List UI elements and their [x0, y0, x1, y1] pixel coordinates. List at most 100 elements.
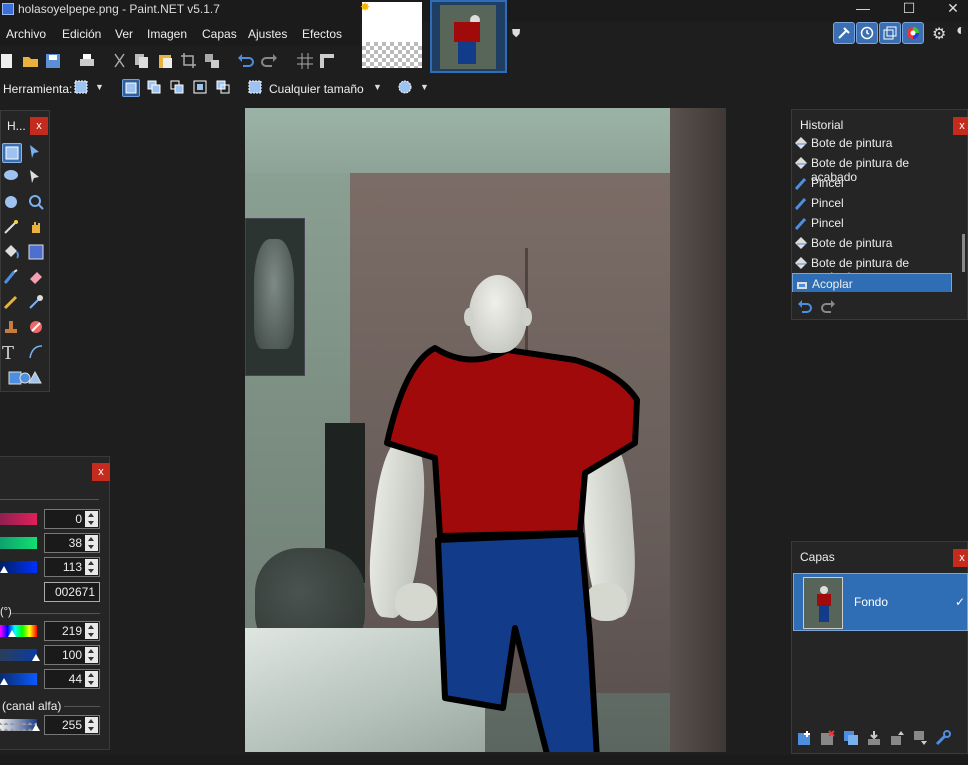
pan-tool[interactable]: [27, 218, 47, 238]
close-button[interactable]: ✕: [930, 0, 968, 22]
clone-stamp-tool[interactable]: [2, 318, 22, 338]
recolor-tool[interactable]: [27, 318, 47, 338]
colors-window-button[interactable]: [902, 22, 924, 44]
move-layer-up-icon[interactable]: [889, 730, 905, 746]
eraser-tool[interactable]: [27, 268, 47, 288]
history-item[interactable]: Pincel: [792, 173, 952, 193]
paintbrush-tool[interactable]: [2, 268, 22, 288]
layer-visibility-checkbox[interactable]: ✓: [955, 595, 965, 609]
paint-bucket-tool[interactable]: [2, 243, 22, 263]
current-tool-selector[interactable]: [73, 79, 91, 97]
undo-icon[interactable]: [237, 52, 255, 70]
history-scrollbar-thumb[interactable]: [962, 234, 965, 272]
move-selected-tool[interactable]: [27, 143, 47, 163]
copy-icon[interactable]: [133, 52, 151, 70]
selection-mode-xor[interactable]: [215, 79, 233, 97]
merge-layer-down-icon[interactable]: [866, 730, 882, 746]
value-value-input[interactable]: 44: [44, 669, 100, 689]
blue-value-input[interactable]: 113: [44, 557, 100, 577]
magic-wand-tool[interactable]: [2, 218, 22, 238]
green-value-input[interactable]: 38: [44, 533, 100, 553]
image-tab-new[interactable]: ✸: [360, 0, 422, 68]
alpha-spinner[interactable]: [85, 717, 98, 733]
green-spinner[interactable]: [85, 535, 98, 551]
tools-window-button[interactable]: [833, 22, 855, 44]
minimize-button[interactable]: —: [840, 0, 886, 22]
image-canvas[interactable]: [245, 108, 726, 752]
red-slider[interactable]: [0, 513, 37, 525]
selection-mode-intersect[interactable]: [192, 79, 210, 97]
menu-imagen[interactable]: Imagen: [147, 27, 187, 41]
grid-icon[interactable]: [296, 52, 314, 70]
paste-icon[interactable]: [156, 52, 174, 70]
layers-window-button[interactable]: [879, 22, 901, 44]
history-item[interactable]: Pincel: [792, 193, 952, 213]
image-tab-holasoyelpepe[interactable]: [430, 0, 507, 73]
zoom-tool[interactable]: [27, 193, 47, 213]
antialias-selector[interactable]: [397, 79, 415, 97]
add-layer-icon[interactable]: [797, 730, 813, 746]
color-picker-tool[interactable]: [27, 293, 47, 313]
menu-edicion[interactable]: Edición: [62, 27, 101, 41]
new-file-icon[interactable]: [0, 52, 18, 70]
hue-value-input[interactable]: 219: [44, 621, 100, 641]
value-slider-handle[interactable]: [0, 678, 8, 685]
open-folder-icon[interactable]: [22, 52, 40, 70]
cut-icon[interactable]: [111, 52, 129, 70]
tool-dropdown-arrow-icon[interactable]: ▼: [95, 82, 104, 92]
hue-spinner[interactable]: [85, 623, 98, 639]
help-icon[interactable]: ◐: [956, 22, 966, 40]
menu-ver[interactable]: Ver: [115, 27, 133, 41]
layer-row[interactable]: Fondo ✓: [793, 573, 968, 631]
green-slider[interactable]: [0, 537, 37, 549]
ellipse-select-tool[interactable]: [2, 193, 22, 213]
antialias-dropdown-arrow-icon[interactable]: ▼: [420, 82, 429, 92]
crop-icon[interactable]: [180, 52, 198, 70]
colors-panel-close-button[interactable]: x: [92, 463, 110, 481]
history-window-button[interactable]: [856, 22, 878, 44]
alpha-slider-handle[interactable]: [32, 724, 40, 731]
menu-archivo[interactable]: Archivo: [6, 27, 46, 41]
red-value-input[interactable]: 0: [44, 509, 100, 529]
shapes-tool[interactable]: [7, 368, 43, 388]
move-selection-tool[interactable]: [27, 168, 47, 188]
menu-ajustes[interactable]: Ajustes: [248, 27, 287, 41]
redo-icon[interactable]: [260, 52, 278, 70]
duplicate-layer-icon[interactable]: [843, 730, 859, 746]
size-mode-label[interactable]: Cualquier tamaño: [269, 82, 364, 96]
deselect-icon[interactable]: [203, 52, 221, 70]
selection-mode-replace[interactable]: [122, 79, 140, 97]
alpha-value-input[interactable]: 255: [44, 715, 100, 735]
red-spinner[interactable]: [85, 511, 98, 527]
value-spinner[interactable]: [85, 671, 98, 687]
history-item[interactable]: Bote de pintura: [792, 233, 952, 253]
move-layer-down-icon[interactable]: [912, 730, 928, 746]
layer-properties-wrench-icon[interactable]: [935, 730, 951, 746]
blue-slider-handle[interactable]: [0, 566, 8, 573]
saturation-value-input[interactable]: 100: [44, 645, 100, 665]
menu-efectos[interactable]: Efectos: [302, 27, 342, 41]
saturation-slider-handle[interactable]: [32, 654, 40, 661]
selection-mode-union[interactable]: [146, 79, 164, 97]
menu-capas[interactable]: Capas: [202, 27, 237, 41]
maximize-button[interactable]: ☐: [886, 0, 932, 22]
hue-slider[interactable]: [0, 625, 37, 637]
save-icon[interactable]: [44, 52, 62, 70]
history-item[interactable]: Bote de pintura de acabado: [792, 153, 952, 184]
shield-icon[interactable]: ⛊: [512, 28, 520, 41]
history-panel-close-button[interactable]: x: [953, 117, 968, 135]
lasso-tool[interactable]: [2, 168, 22, 188]
size-dropdown-arrow-icon[interactable]: ▼: [373, 82, 382, 92]
print-icon[interactable]: [78, 52, 96, 70]
blue-spinner[interactable]: [85, 559, 98, 575]
selection-mode-exclude[interactable]: [169, 79, 187, 97]
history-item[interactable]: Pincel: [792, 213, 952, 233]
gradient-tool[interactable]: [27, 243, 47, 263]
history-redo-icon[interactable]: [820, 298, 836, 314]
history-item[interactable]: Bote de pintura: [792, 137, 952, 153]
ruler-icon[interactable]: [318, 52, 336, 70]
hex-value-input[interactable]: 002671: [44, 582, 100, 602]
saturation-spinner[interactable]: [85, 647, 98, 663]
layers-panel-close-button[interactable]: x: [953, 549, 968, 567]
text-tool[interactable]: T: [2, 343, 22, 364]
